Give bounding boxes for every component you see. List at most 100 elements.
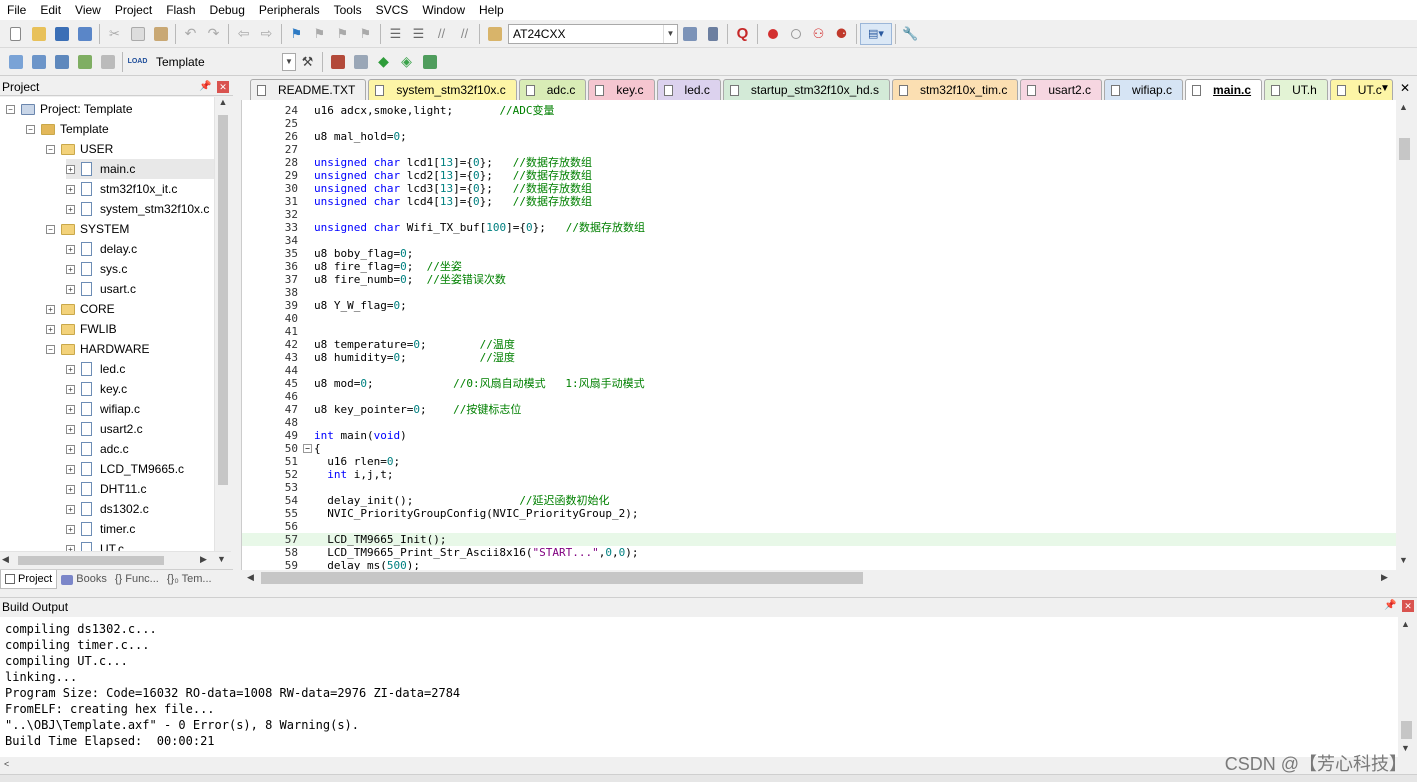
collapse-icon[interactable]: − bbox=[46, 224, 55, 234]
code-line[interactable]: 46 bbox=[242, 390, 1396, 403]
expand-icon[interactable]: + bbox=[66, 284, 75, 294]
tab-led[interactable]: led.c bbox=[656, 79, 721, 100]
tree-group-fwlib[interactable]: + FWLIB bbox=[46, 319, 117, 339]
select-software-packs-button[interactable]: ◈ bbox=[395, 51, 418, 73]
tab-project[interactable]: Project bbox=[0, 570, 58, 589]
code-line[interactable]: 59 delay_ms(500); bbox=[242, 559, 1396, 570]
code-line[interactable]: 27 bbox=[242, 143, 1396, 156]
fold-collapse-icon[interactable]: − bbox=[303, 444, 312, 453]
tree-file[interactable]: + usart2.c bbox=[66, 419, 143, 439]
tree-root[interactable]: − Project: Template bbox=[6, 99, 133, 119]
editor-vertical-scrollbar[interactable]: ▲ ▼ bbox=[1396, 100, 1413, 570]
tree-vertical-scrollbar[interactable]: ▲ bbox=[214, 97, 231, 551]
nav-forward-button[interactable]: ⇨ bbox=[255, 23, 278, 45]
cut-button[interactable]: ✂ bbox=[103, 23, 126, 45]
scroll-right-icon[interactable]: ▶ bbox=[1381, 572, 1388, 583]
output-horizontal-scrollbar[interactable]: < bbox=[0, 757, 1417, 774]
expand-icon[interactable]: + bbox=[46, 304, 55, 314]
nav-back-button[interactable]: ⇦ bbox=[232, 23, 255, 45]
menu-window[interactable]: Window bbox=[415, 0, 472, 20]
kill-breakpoints-button[interactable]: ⚈ bbox=[830, 23, 853, 45]
menu-file[interactable]: File bbox=[0, 0, 33, 20]
tree-group-hardware[interactable]: − HARDWARE bbox=[46, 339, 150, 359]
tree-file[interactable]: + wifiap.c bbox=[66, 399, 140, 419]
scrollbar-thumb[interactable] bbox=[261, 572, 863, 584]
chevron-down-icon[interactable]: ▼ bbox=[663, 24, 677, 43]
rebuild-button[interactable] bbox=[50, 51, 73, 73]
scroll-down-icon[interactable]: ▼ bbox=[1399, 555, 1408, 565]
code-line[interactable]: 53 bbox=[242, 481, 1396, 494]
code-line[interactable]: 29 unsigned char lcd2[13]={0}; //数据存放数组 bbox=[242, 169, 1396, 182]
editor-horizontal-scrollbar[interactable]: ◀ ▶ bbox=[241, 570, 1396, 587]
code-line[interactable]: 36 u8 fire_flag=0; //坐姿 bbox=[242, 260, 1396, 273]
code-line[interactable]: 49 int main(void) bbox=[242, 429, 1396, 442]
expand-icon[interactable]: + bbox=[66, 264, 75, 274]
menu-tools[interactable]: Tools bbox=[327, 0, 369, 20]
code-line[interactable]: 35 u8 boby_flag=0; bbox=[242, 247, 1396, 260]
pin-icon[interactable]: 📌 bbox=[1384, 600, 1396, 611]
tree-file[interactable]: + timer.c bbox=[66, 519, 135, 539]
code-line[interactable]: 56 bbox=[242, 520, 1396, 533]
code-line[interactable]: 52 int i,j,t; bbox=[242, 468, 1396, 481]
window-layout-button[interactable]: ▤▾ bbox=[860, 22, 892, 45]
scroll-down-icon[interactable]: ▼ bbox=[217, 554, 226, 564]
batch-build-button[interactable] bbox=[73, 51, 96, 73]
code-line[interactable]: 41 bbox=[242, 325, 1396, 338]
find-in-files-button[interactable] bbox=[483, 23, 506, 45]
incremental-find-button[interactable] bbox=[701, 23, 724, 45]
expand-icon[interactable]: + bbox=[46, 324, 55, 334]
code-line[interactable]: 26 u8 mal_hold=0; bbox=[242, 130, 1396, 143]
code-line[interactable]: 42 u8 temperature=0; //温度 bbox=[242, 338, 1396, 351]
debug-session-button[interactable]: Q bbox=[731, 23, 754, 45]
manage-project-items-button[interactable] bbox=[326, 51, 349, 73]
tab-adc[interactable]: adc.c bbox=[518, 79, 587, 100]
menu-svcs[interactable]: SVCS bbox=[369, 0, 416, 20]
tree-file[interactable]: + sys.c bbox=[66, 259, 127, 279]
build-output-text[interactable]: compiling ds1302.c... compiling timer.c.… bbox=[0, 617, 1398, 757]
tab-readme[interactable]: README.TXT bbox=[250, 79, 367, 100]
scrollbar-thumb[interactable] bbox=[1399, 138, 1410, 160]
pack-installer-button[interactable] bbox=[418, 51, 441, 73]
open-file-button[interactable] bbox=[27, 23, 50, 45]
target-combo[interactable]: Template ▼ bbox=[152, 51, 296, 72]
code-line[interactable]: 54 delay_init(); //延迟函数初始化 bbox=[242, 494, 1396, 507]
expand-icon[interactable]: + bbox=[66, 464, 75, 474]
expand-icon[interactable]: + bbox=[66, 384, 75, 394]
code-line[interactable]: 30 unsigned char lcd3[13]={0}; //数据存放数组 bbox=[242, 182, 1396, 195]
code-line[interactable]: 51 u16 rlen=0; bbox=[242, 455, 1396, 468]
expand-icon[interactable]: + bbox=[66, 504, 75, 514]
expand-icon[interactable]: + bbox=[66, 164, 75, 174]
code-line[interactable]: 25 bbox=[242, 117, 1396, 130]
expand-icon[interactable]: + bbox=[66, 524, 75, 534]
tree-file[interactable]: + led.c bbox=[66, 359, 125, 379]
menu-project[interactable]: Project bbox=[108, 0, 159, 20]
scroll-left-icon[interactable]: ◀ bbox=[2, 554, 9, 565]
tree-file[interactable]: + adc.c bbox=[66, 439, 129, 459]
code-line[interactable]: 55 NVIC_PriorityGroupConfig(NVIC_Priorit… bbox=[242, 507, 1396, 520]
translate-button[interactable] bbox=[4, 51, 27, 73]
close-icon[interactable]: ✕ bbox=[1402, 600, 1414, 612]
code-editor[interactable]: 24 u16 adcx,smoke,light; //ADC变量 25 26 u8 ma… bbox=[241, 100, 1396, 570]
code-line[interactable]: 37 u8 fire_numb=0; //坐姿错误次数 bbox=[242, 273, 1396, 286]
manage-run-time-env-button[interactable]: ◆ bbox=[372, 51, 395, 73]
tab-stm32f10x-tim[interactable]: stm32f10x_tim.c bbox=[891, 79, 1019, 100]
code-line[interactable]: 44 bbox=[242, 364, 1396, 377]
tab-list-dropdown-icon[interactable]: ▼ bbox=[1380, 83, 1390, 94]
target-options-button[interactable]: ⚒ bbox=[296, 51, 319, 73]
prev-bookmark-button[interactable]: ⚑ bbox=[308, 23, 331, 45]
expand-icon[interactable]: + bbox=[66, 364, 75, 374]
expand-icon[interactable]: + bbox=[66, 424, 75, 434]
tree-file[interactable]: + DHT11.c bbox=[66, 479, 146, 499]
output-vertical-scrollbar[interactable]: ▲ ▼ bbox=[1398, 617, 1415, 757]
manage-multi-project-button[interactable] bbox=[349, 51, 372, 73]
tree-horizontal-scrollbar[interactable]: ◀ ▶ ▼ bbox=[0, 551, 231, 568]
code-line[interactable]: 38 bbox=[242, 286, 1396, 299]
collapse-icon[interactable]: − bbox=[26, 124, 35, 134]
copy-button[interactable] bbox=[126, 23, 149, 45]
tab-ut-h[interactable]: UT.h bbox=[1264, 79, 1328, 100]
tree-file[interactable]: + LCD_TM9665.c bbox=[66, 459, 184, 479]
scroll-left-icon[interactable]: < bbox=[4, 759, 9, 769]
expand-icon[interactable]: + bbox=[66, 404, 75, 414]
chevron-down-icon[interactable]: ▼ bbox=[282, 52, 296, 71]
expand-icon[interactable]: + bbox=[66, 244, 75, 254]
